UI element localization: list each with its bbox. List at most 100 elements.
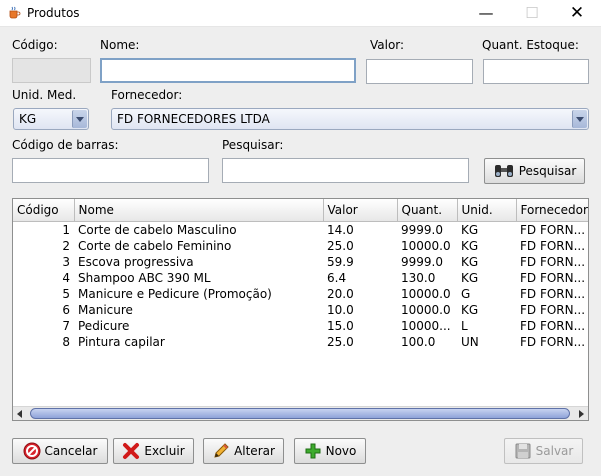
cell-nome: Corte de cabelo Feminino xyxy=(78,238,232,253)
maximize-button[interactable]: ☐ xyxy=(510,0,554,27)
table-row[interactable]: 6 Manicure 10.0 10000.0 KG FD FORN... xyxy=(13,302,588,318)
cell-codigo: 3 xyxy=(62,254,70,269)
salvar-button-label: Salvar xyxy=(535,444,574,458)
cell-codigo: 2 xyxy=(62,238,70,253)
col-valor[interactable]: Valor xyxy=(323,199,398,222)
cell-unid: G xyxy=(461,286,471,301)
unid-selected: KG xyxy=(19,112,37,126)
cell-nome: Pedicure xyxy=(78,318,130,333)
cell-fornecedor: FD FORN... xyxy=(520,302,586,317)
cell-fornecedor: FD FORN... xyxy=(520,318,586,333)
chevron-down-icon[interactable] xyxy=(72,110,87,128)
cell-fornecedor: FD FORN... xyxy=(520,286,586,301)
valor-label: Valor: xyxy=(370,38,405,52)
cell-unid: KG xyxy=(461,302,479,317)
cell-fornecedor: FD FORN... xyxy=(520,254,586,269)
table-row[interactable]: 8 Pintura capilar 25.0 100.0 UN FD FORN.… xyxy=(13,334,588,350)
novo-button-label: Novo xyxy=(325,444,357,458)
table-row[interactable]: 1 Corte de cabelo Masculino 14.0 9999.0 … xyxy=(13,221,588,238)
barras-label: Código de barras: xyxy=(12,138,119,152)
cell-valor: 25.0 xyxy=(327,238,354,253)
cancelar-button-label: Cancelar xyxy=(44,444,98,458)
cell-quant: 10000.0 xyxy=(401,238,451,253)
cell-unid: KG xyxy=(461,238,479,253)
alterar-button-label: Alterar xyxy=(234,444,275,458)
cell-codigo: 6 xyxy=(62,302,70,317)
nome-label: Nome: xyxy=(100,38,140,52)
floppy-disk-icon xyxy=(515,443,531,459)
cell-nome: Manicure e Pedicure (Promoção) xyxy=(78,286,272,301)
cell-codigo: 5 xyxy=(62,286,70,301)
salvar-button[interactable]: Salvar xyxy=(504,438,583,464)
table-row[interactable]: 4 Shampoo ABC 390 ML 6.4 130.0 KG FD FOR… xyxy=(13,270,588,286)
close-button[interactable]: ✕ xyxy=(555,0,599,27)
alterar-button[interactable]: Alterar xyxy=(203,438,284,464)
excluir-button[interactable]: Excluir xyxy=(113,438,194,464)
no-entry-icon xyxy=(23,442,41,460)
cell-fornecedor: FD FORN... xyxy=(520,334,586,349)
cell-valor: 6.4 xyxy=(327,270,347,285)
cell-quant: 10000... xyxy=(401,318,451,333)
horizontal-scrollbar[interactable] xyxy=(13,406,588,420)
estoque-field[interactable] xyxy=(483,59,589,84)
cell-quant: 10000.0 xyxy=(401,302,451,317)
chevron-down-icon[interactable] xyxy=(572,110,587,128)
cell-nome: Shampoo ABC 390 ML xyxy=(78,270,211,285)
title-bar: Produtos — ☐ ✕ xyxy=(0,0,601,27)
table-row[interactable]: 2 Corte de cabelo Feminino 25.0 10000.0 … xyxy=(13,238,588,254)
binoculars-icon xyxy=(494,165,513,177)
minimize-button[interactable]: — xyxy=(464,0,508,27)
col-codigo[interactable]: Código xyxy=(13,199,75,222)
cell-fornecedor: FD FORN... xyxy=(520,222,586,237)
products-table[interactable]: Código Nome Valor Quant. Unid. Fornecedo… xyxy=(12,198,589,421)
col-fornecedor[interactable]: Fornecedor xyxy=(516,199,588,222)
cell-unid: UN xyxy=(461,334,479,349)
estoque-label: Quant. Estoque: xyxy=(482,38,579,52)
fornecedor-label: Fornecedor: xyxy=(111,88,183,102)
cell-codigo: 7 xyxy=(62,318,70,333)
scroll-right-icon[interactable] xyxy=(574,407,588,420)
valor-field[interactable] xyxy=(366,59,473,84)
unid-combo[interactable]: KG xyxy=(13,108,89,130)
table-row[interactable]: 3 Escova progressiva 59.9 9999.0 KG FD F… xyxy=(13,254,588,270)
pesquisar-field[interactable] xyxy=(222,158,469,183)
cancelar-button[interactable]: Cancelar xyxy=(12,438,108,464)
col-nome[interactable]: Nome xyxy=(74,199,324,222)
cell-quant: 130.0 xyxy=(401,270,436,285)
cell-valor: 59.9 xyxy=(327,254,354,269)
pesquisar-button[interactable]: Pesquisar xyxy=(484,158,585,184)
scroll-left-icon[interactable] xyxy=(13,407,27,420)
cell-nome: Pintura capilar xyxy=(78,334,165,349)
barras-field[interactable] xyxy=(12,158,209,183)
window-title: Produtos xyxy=(27,6,80,20)
cell-fornecedor: FD FORN... xyxy=(520,238,586,253)
col-quant[interactable]: Quant. xyxy=(397,199,458,222)
codigo-field xyxy=(12,58,91,83)
pesquisar-label: Pesquisar: xyxy=(222,138,284,152)
unid-label: Unid. Med. xyxy=(12,88,77,102)
cell-codigo: 8 xyxy=(62,334,70,349)
novo-button[interactable]: Novo xyxy=(294,438,366,464)
table-row[interactable]: 5 Manicure e Pedicure (Promoção) 20.0 10… xyxy=(13,286,588,302)
fornecedor-combo[interactable]: FD FORNECEDORES LTDA xyxy=(111,108,589,130)
red-x-icon xyxy=(123,443,140,459)
cell-valor: 14.0 xyxy=(327,222,354,237)
codigo-label: Código: xyxy=(12,38,58,52)
fornecedor-selected: FD FORNECEDORES LTDA xyxy=(117,112,270,126)
cell-quant: 9999.0 xyxy=(401,254,443,269)
cell-unid: KG xyxy=(461,254,479,269)
green-plus-icon xyxy=(305,443,321,459)
cell-valor: 10.0 xyxy=(327,302,354,317)
cell-unid: L xyxy=(461,318,468,333)
cell-valor: 25.0 xyxy=(327,334,354,349)
col-unid[interactable]: Unid. xyxy=(457,199,517,222)
nome-field[interactable] xyxy=(100,58,356,83)
cell-nome: Manicure xyxy=(78,302,133,317)
scroll-thumb[interactable] xyxy=(30,408,570,419)
app-cup-icon xyxy=(9,6,21,19)
cell-quant: 100.0 xyxy=(401,334,436,349)
cell-unid: KG xyxy=(461,222,479,237)
cell-nome: Corte de cabelo Masculino xyxy=(78,222,237,237)
table-row[interactable]: 7 Pedicure 15.0 10000... L FD FORN... xyxy=(13,318,588,334)
excluir-button-label: Excluir xyxy=(144,444,185,458)
